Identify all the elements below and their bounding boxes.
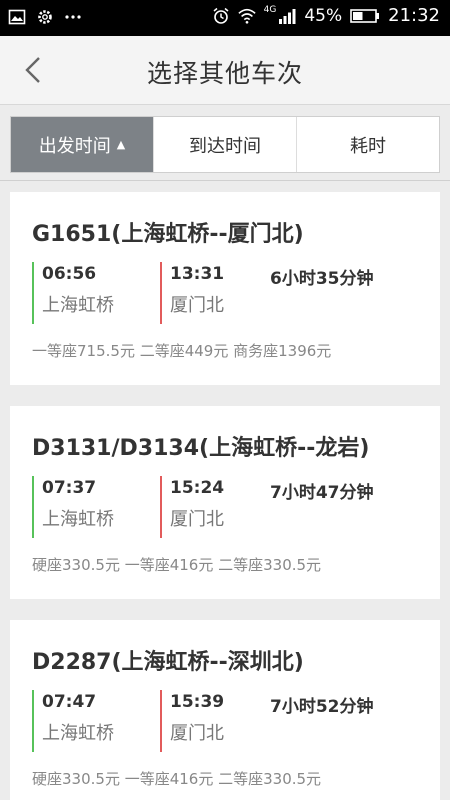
arrival-time: 15:24 [170,478,225,498]
tab-arrival-time[interactable]: 到达时间 [153,117,296,172]
departure-block: 07:37 上海虹桥 [32,476,114,538]
sort-arrow-up-icon: ▲ [116,138,126,151]
travel-duration: 7小时52分钟 [270,697,374,717]
wifi-icon [237,8,256,24]
tab-label: 耗时 [350,135,386,157]
train-name: G1651(上海虹桥--厦门北) [32,222,304,247]
tab-departure-time[interactable]: 出发时间 ▲ [11,117,153,172]
arrival-block: 15:39 厦门北 [160,690,224,752]
departure-station: 上海虹桥 [42,723,114,744]
travel-duration: 6小时35分钟 [270,269,374,289]
arrival-block: 13:31 厦门北 [160,262,224,324]
departure-block: 07:47 上海虹桥 [32,690,114,752]
divider [0,180,450,181]
network-label: 4G [263,5,277,15]
sort-tabs: 出发时间 ▲ 到达时间 耗时 [10,116,440,173]
signal-icon [279,9,296,24]
tab-label: 到达时间 [189,135,261,157]
arrival-station: 厦门北 [170,295,224,316]
alarm-icon [213,7,229,24]
train-card[interactable]: D2287(上海虹桥--深圳北) 07:47 上海虹桥 15:39 厦门北 7小… [10,620,440,800]
arrival-time: 15:39 [170,692,225,712]
departure-block: 06:56 上海虹桥 [32,262,114,324]
departure-time: 06:56 [42,264,97,284]
tab-label: 出发时间 [38,135,111,157]
seat-prices: 硬座330.5元 一等座416元 二等座330.5元 [32,770,322,788]
arrival-block: 15:24 厦门北 [160,476,224,538]
page-title: 选择其他车次 [146,59,303,88]
top-app-bar: 选择其他车次 [0,36,450,105]
gear-icon [38,10,52,24]
clock: 21:32 [388,5,440,26]
train-name: D3131/D3134(上海虹桥--龙岩) [32,436,370,461]
departure-station: 上海虹桥 [42,509,114,530]
departure-time: 07:37 [42,478,97,498]
image-icon [8,9,26,25]
arrival-station: 厦门北 [170,723,224,744]
travel-duration: 7小时47分钟 [270,483,374,503]
train-card[interactable]: G1651(上海虹桥--厦门北) 06:56 上海虹桥 13:31 厦门北 6小… [10,192,440,385]
arrival-time: 13:31 [170,264,225,284]
arrival-station: 厦门北 [170,509,224,530]
departure-time: 07:47 [42,692,97,712]
departure-station: 上海虹桥 [42,295,114,316]
tab-duration[interactable]: 耗时 [296,117,439,172]
train-name: D2287(上海虹桥--深圳北) [32,650,304,675]
train-card[interactable]: D3131/D3134(上海虹桥--龙岩) 07:37 上海虹桥 15:24 厦… [10,406,440,599]
seat-prices: 硬座330.5元 一等座416元 二等座330.5元 [32,556,322,574]
seat-prices: 一等座715.5元 二等座449元 商务座1396元 [32,342,332,360]
battery-percent: 45% [304,6,343,26]
more-icon [65,15,81,19]
battery-icon [350,9,380,23]
status-bar: 4G 45% 21:32 [0,0,450,36]
